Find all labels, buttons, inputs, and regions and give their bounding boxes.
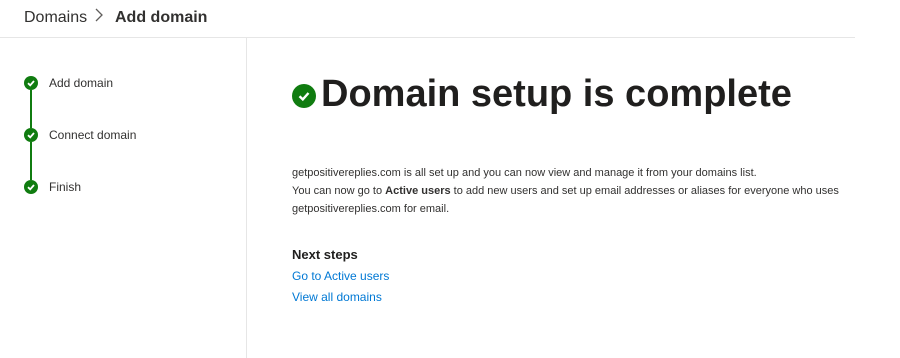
step-1-label: Add domain — [49, 76, 114, 90]
step-3-check-icon — [24, 180, 38, 194]
breadcrumb-domains-link[interactable]: Domains — [24, 8, 87, 28]
description-line-3: getpositivereplies.com for email. — [292, 203, 450, 215]
view-all-domains-link[interactable]: View all domains — [292, 289, 382, 305]
description-line-1: getpositivereplies.com is all set up and… — [292, 167, 757, 179]
step-sidebar: Add domain Connect domain Finish — [0, 38, 247, 358]
completion-description: getpositivereplies.com is all set up and… — [292, 164, 900, 218]
description-line-2-suffix: to add new users and set up email addres… — [450, 185, 839, 197]
step-connector-1 — [30, 90, 32, 128]
step-2-check-icon — [24, 128, 38, 142]
success-check-icon — [292, 84, 316, 108]
go-to-active-users-link[interactable]: Go to Active users — [292, 268, 389, 284]
step-1-check-icon — [24, 76, 38, 90]
step-2-label: Connect domain — [49, 128, 137, 142]
breadcrumb-separator-icon — [94, 7, 104, 29]
description-line-2: You can now go to Active users to add ne… — [292, 182, 900, 200]
next-steps-heading: Next steps — [292, 247, 358, 262]
description-line-2-prefix: You can now go to — [292, 185, 386, 197]
header: Domains Add domain — [0, 0, 855, 38]
step-3-label: Finish — [49, 180, 82, 194]
breadcrumb-current: Add domain — [115, 9, 208, 26]
step-connector-2 — [30, 142, 32, 180]
active-users-emphasis: Active users — [385, 185, 451, 197]
page-title: Domain setup is complete — [321, 73, 792, 115]
main-content: Domain setup is complete getpositiverepl… — [247, 38, 900, 358]
